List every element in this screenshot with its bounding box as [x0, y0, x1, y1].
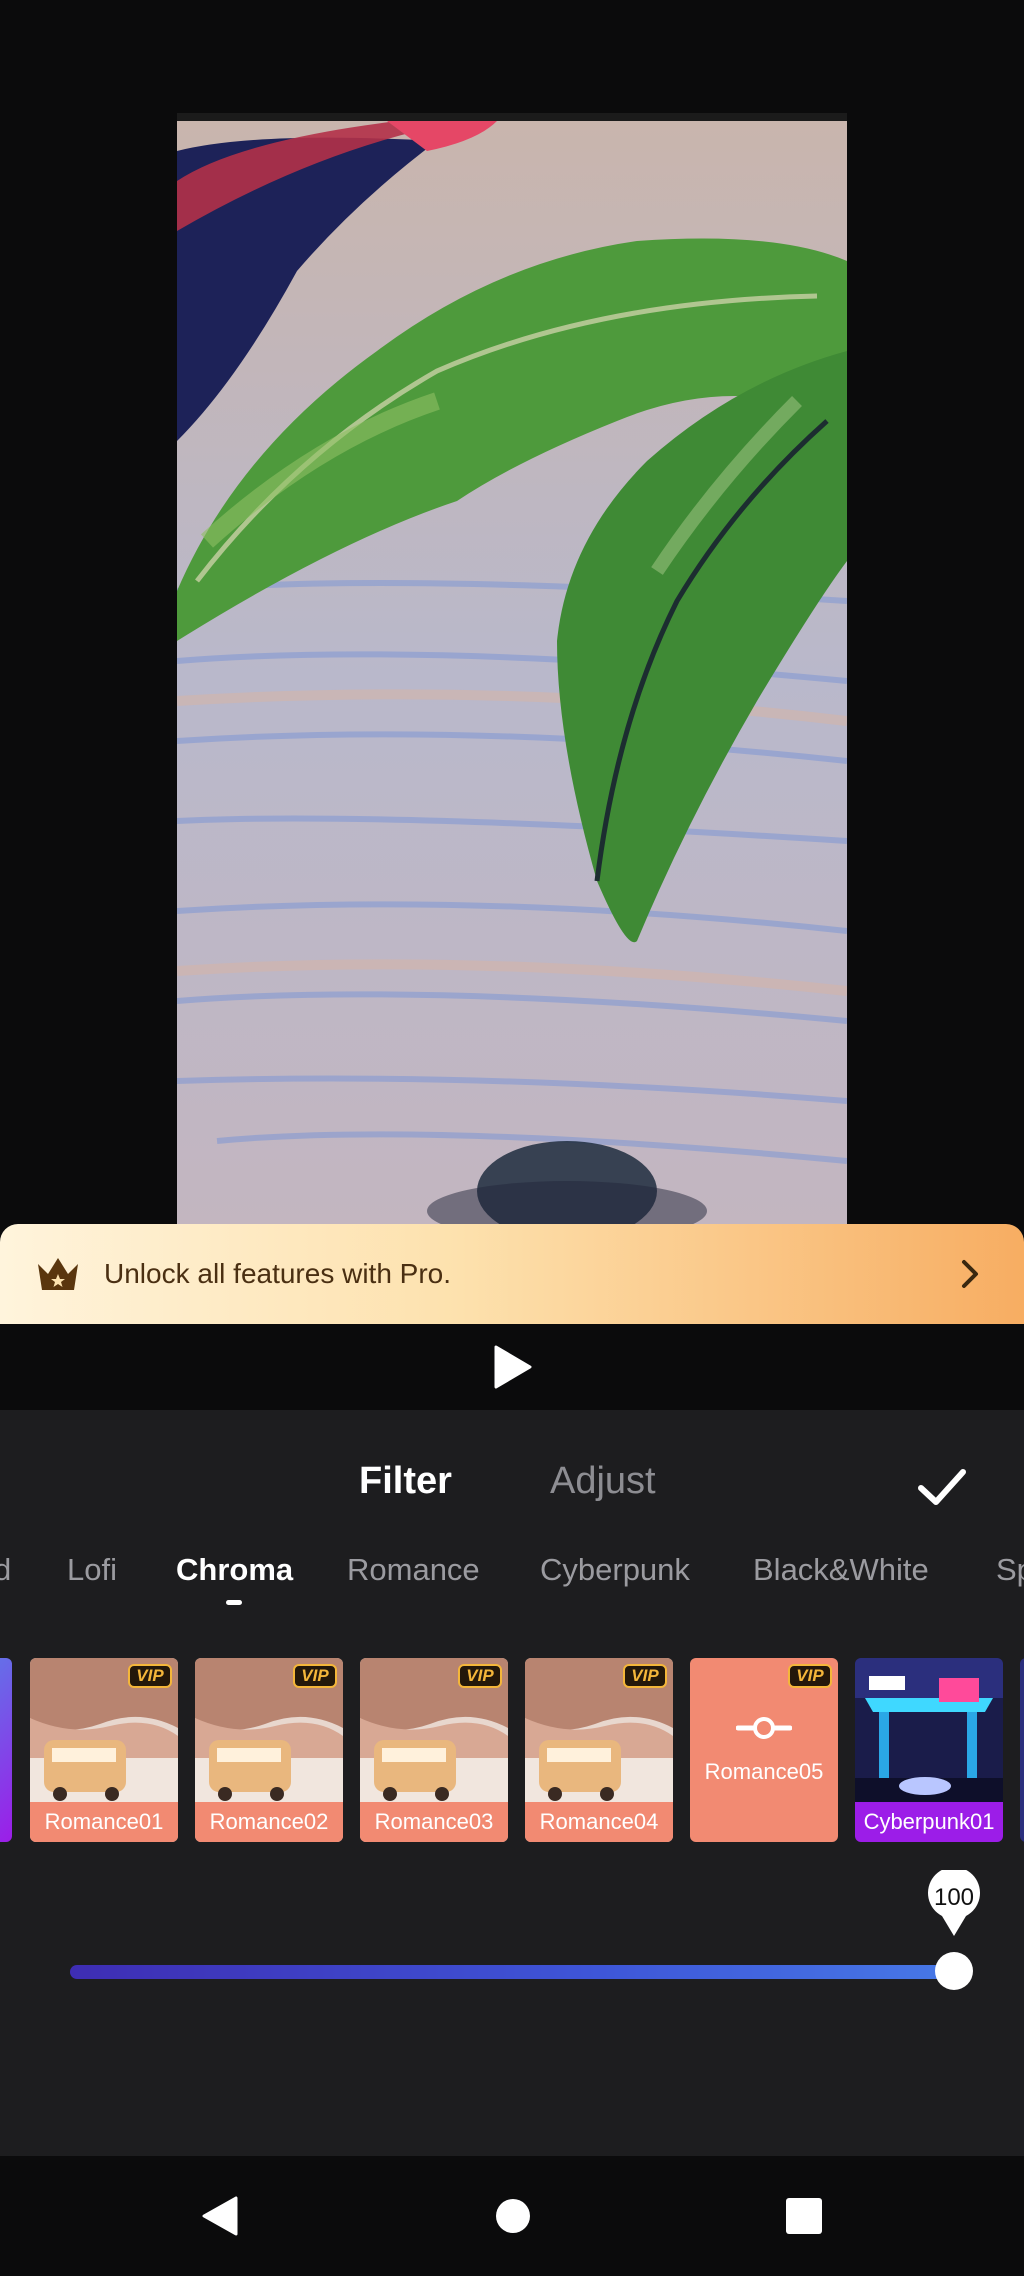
- active-category-indicator: [226, 1600, 242, 1605]
- play-icon[interactable]: [492, 1344, 532, 1390]
- tab-adjust[interactable]: Adjust: [550, 1460, 656, 1503]
- system-navigation-bar: [0, 2156, 1024, 2276]
- category-tab-black-white[interactable]: Black&White: [753, 1552, 929, 1588]
- slider-adjust-icon: [736, 1717, 792, 1739]
- filter-label: Romance03: [360, 1802, 508, 1842]
- filter-thumbnail-cyberpunk01[interactable]: Cyberpunk01: [855, 1658, 1003, 1842]
- category-tab-romance[interactable]: Romance: [347, 1552, 480, 1588]
- recents-square-icon[interactable]: [780, 2192, 828, 2240]
- unlock-pro-banner[interactable]: Unlock all features with Pro.: [0, 1224, 1024, 1324]
- vip-badge: VIP: [128, 1664, 172, 1688]
- chevron-right-icon[interactable]: [950, 1254, 990, 1294]
- filter-thumbnail-romance01[interactable]: VIP Romance01: [30, 1658, 178, 1842]
- category-tab-chroma[interactable]: Chroma: [176, 1552, 293, 1588]
- pro-banner-text: Unlock all features with Pro.: [104, 1258, 452, 1289]
- home-circle-icon[interactable]: [489, 2192, 537, 2240]
- filter-label: Romance01: [30, 1802, 178, 1842]
- filter-thumbnail-romance02[interactable]: VIP Romance02: [195, 1658, 343, 1842]
- category-tab[interactable]: d: [0, 1552, 11, 1588]
- filter-panel: Filter Adjust d Lofi Chroma Romance Cybe…: [0, 1410, 1024, 2156]
- filter-thumbnail-romance04[interactable]: VIP Romance04: [525, 1658, 673, 1842]
- filter-thumbnail-list: VIP Romance01 VIP Romance02 VIP Romance0…: [0, 1658, 1024, 1844]
- video-preview-area: [0, 0, 1024, 1224]
- vip-badge: VIP: [623, 1664, 667, 1688]
- category-tab-cyberpunk[interactable]: Cyberpunk: [540, 1552, 690, 1588]
- filter-label: Romance02: [195, 1802, 343, 1842]
- checkmark-icon[interactable]: [916, 1464, 968, 1510]
- filter-thumbnail[interactable]: [1020, 1658, 1024, 1842]
- vip-badge: VIP: [293, 1664, 337, 1688]
- playback-bar: [0, 1324, 1024, 1410]
- category-tab-lofi[interactable]: Lofi: [67, 1552, 117, 1588]
- vip-badge: VIP: [788, 1664, 832, 1688]
- vip-badge: VIP: [458, 1664, 502, 1688]
- preview-image: [177, 113, 847, 1224]
- intensity-slider-track[interactable]: [70, 1965, 954, 1979]
- filter-label: Cyberpunk01: [855, 1802, 1003, 1842]
- filter-label: Romance05: [704, 1759, 824, 1784]
- tab-filter[interactable]: Filter: [359, 1460, 452, 1503]
- back-triangle-icon[interactable]: [196, 2192, 244, 2240]
- filter-thumbnail[interactable]: [0, 1658, 12, 1842]
- filter-label: Romance04: [525, 1802, 673, 1842]
- intensity-slider-thumb[interactable]: [935, 1952, 973, 1990]
- crown-icon: [38, 1258, 78, 1290]
- intensity-value: 100: [933, 1884, 975, 1911]
- filter-category-tabs: d Lofi Chroma Romance Cyberpunk Black&Wh…: [0, 1552, 1024, 1612]
- filter-thumbnail-romance05-selected[interactable]: VIP Romance05: [690, 1658, 838, 1842]
- category-tab[interactable]: Sp: [996, 1552, 1024, 1588]
- filter-thumbnail-romance03[interactable]: VIP Romance03: [360, 1658, 508, 1842]
